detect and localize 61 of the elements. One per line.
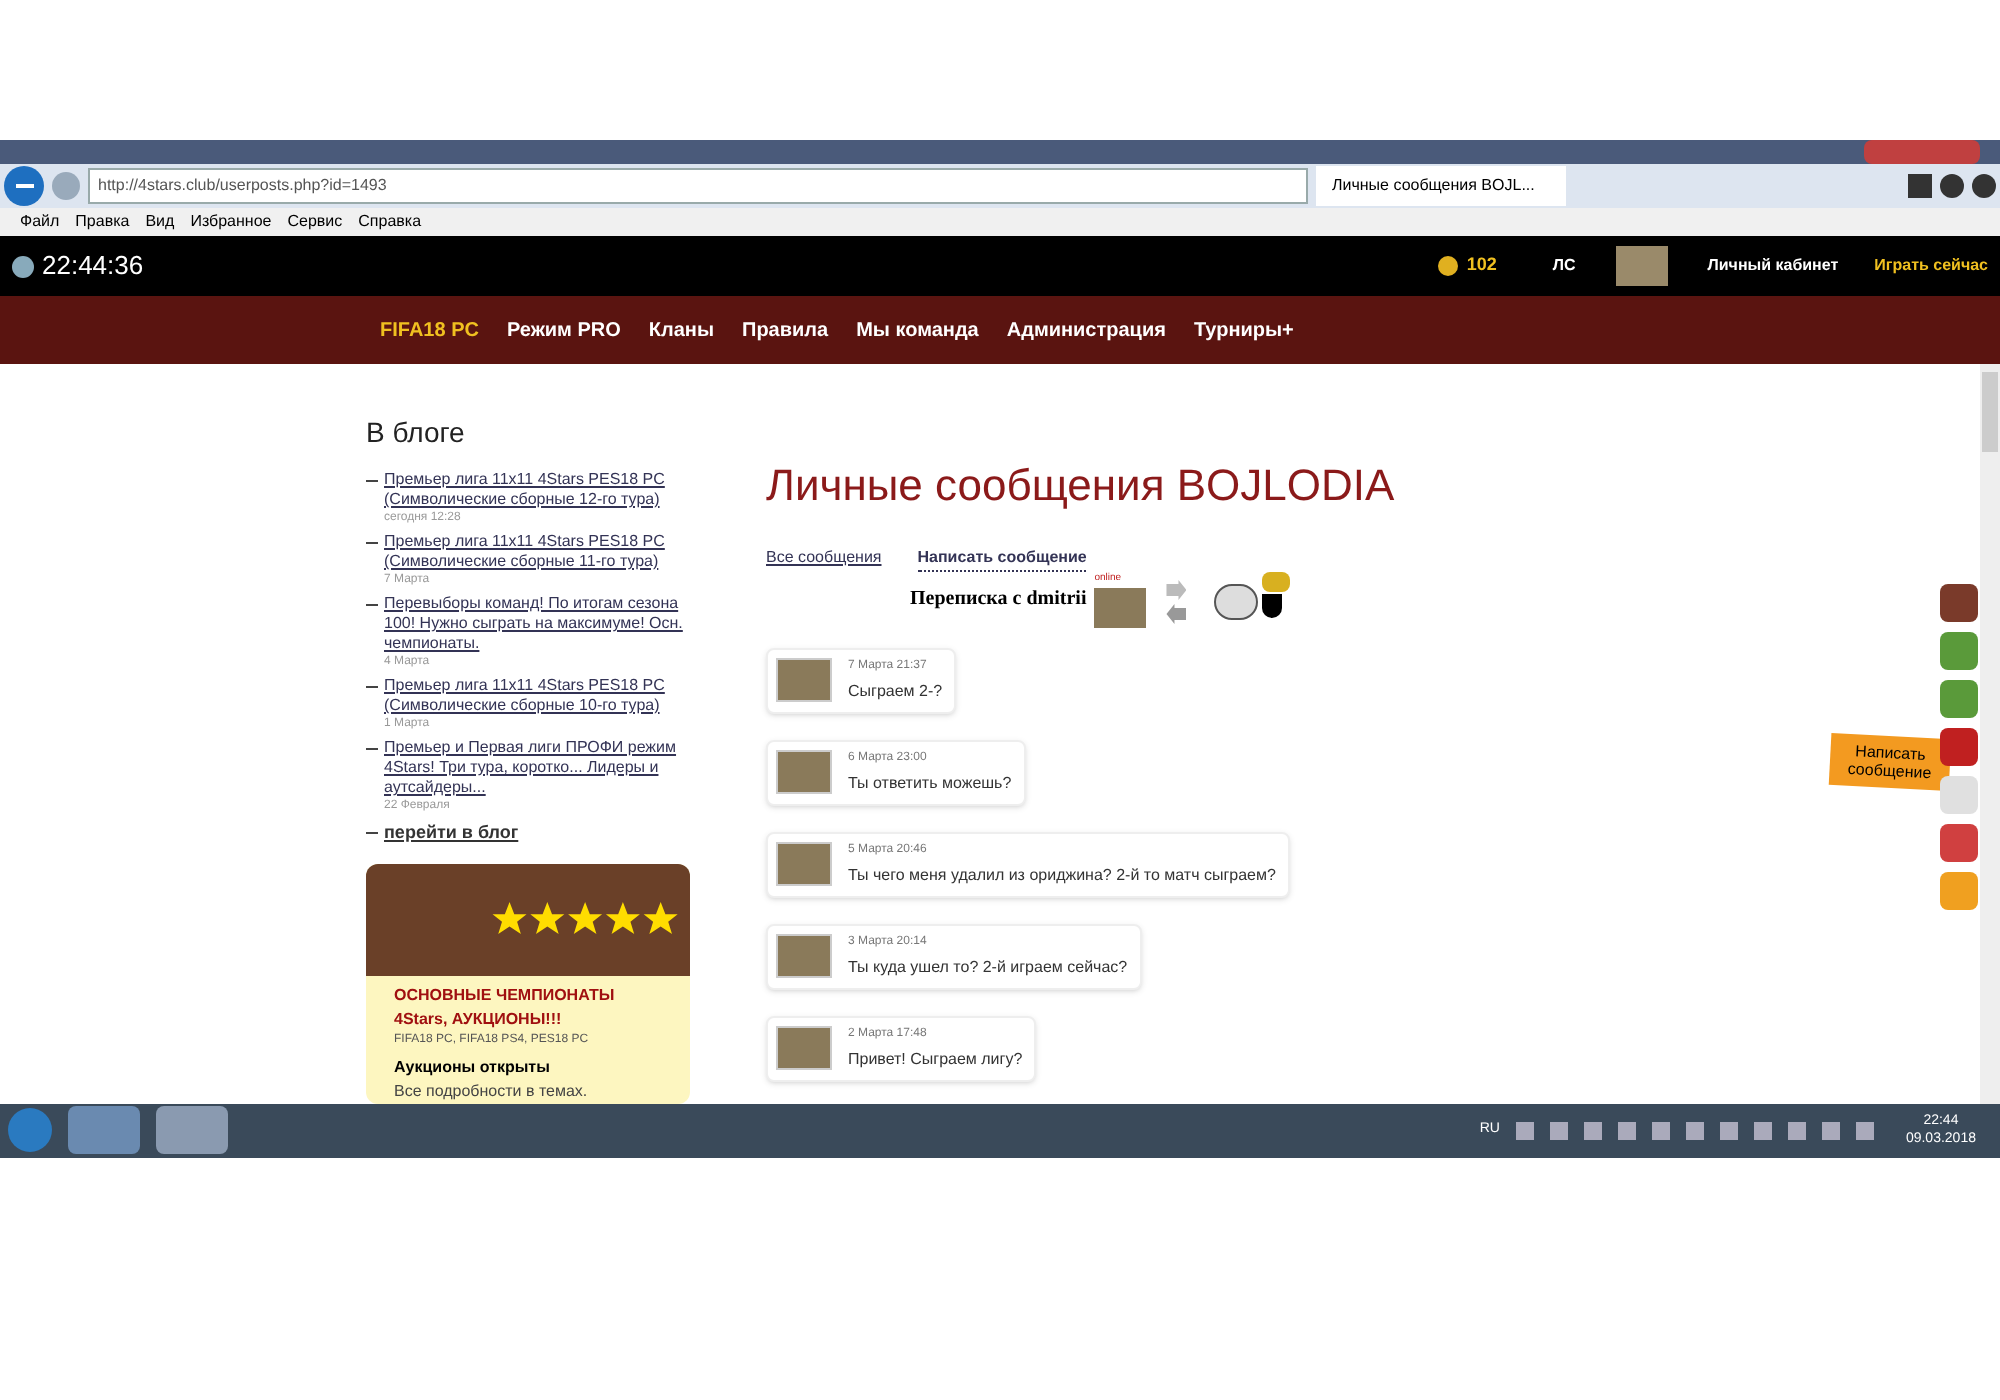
conversation-title: Переписка с dmitrii <box>910 586 1087 614</box>
all-messages-link[interactable]: Все сообщения <box>766 546 882 572</box>
avatar-photo-placeholder <box>776 749 832 793</box>
badge-icon <box>1262 572 1291 592</box>
arrow-left-icon[interactable] <box>1166 604 1187 624</box>
menu-item[interactable]: Избранное <box>190 210 272 234</box>
write-message-tab[interactable]: Написать сообщение <box>1828 732 1952 792</box>
menu-item[interactable]: Правка <box>75 210 130 234</box>
start-button-icon[interactable] <box>8 1108 52 1152</box>
blog-post-link[interactable]: Премьер лига 11x11 4Stars PES18 PC (Символические сборные 11-го тура) <box>384 532 690 572</box>
coin-count: 102 <box>1466 252 1497 279</box>
address-field[interactable]: http://4stars.club/userposts.php?id=1493 <box>88 168 1308 204</box>
nav-item[interactable]: FIFA18 PC <box>380 315 479 345</box>
globe-icon <box>12 255 34 277</box>
stars-icon <box>492 902 682 936</box>
club-crest-icon <box>1262 594 1283 618</box>
dash-icon <box>366 542 378 544</box>
message-text: Сыграем 2-? <box>848 679 943 703</box>
blog-post-link[interactable]: Премьер лига 11x11 4Stars PES18 PC (Символические сборные 12-го тура) <box>384 470 690 510</box>
message-text: Ты ответить можешь? <box>848 771 1012 795</box>
scrollbar[interactable] <box>1980 364 2000 1103</box>
nav-item[interactable]: Администрация <box>1006 315 1166 345</box>
avatar-photo-placeholder <box>776 841 832 885</box>
tab[interactable]: Личные сообщения BOJL... <box>1316 166 1566 206</box>
menu-item[interactable]: Справка <box>358 210 422 234</box>
page-title: Личные сообщения BOJLODIA <box>766 458 1397 514</box>
nav-item[interactable]: Режим PRO <box>506 315 621 345</box>
dash-icon <box>366 604 378 606</box>
promo-title: ОСНОВНЫЕ ЧЕМПИОНАТЫ 4Stars, АУКЦИОНЫ!!! <box>394 983 617 1031</box>
menu-item[interactable]: Сервис <box>287 210 343 234</box>
dash-icon <box>366 480 378 482</box>
message-text: Ты чего меня удалил из ориджина? 2-й то матч сыграем? <box>848 863 1276 887</box>
nav-item[interactable]: Мы команда <box>856 315 979 345</box>
avatar-photo-placeholder <box>776 1025 832 1069</box>
nav-item[interactable]: Турниры+ <box>1193 315 1294 345</box>
dash-icon <box>366 686 378 688</box>
coins-icon <box>1438 256 1459 276</box>
blog-title: В блоге <box>366 414 467 452</box>
menu-item[interactable]: Вид <box>145 210 175 234</box>
blog-post-link[interactable]: Премьер лига 11x11 4Stars PES18 PC (Символические сборные 10-го тура) <box>384 676 690 716</box>
blog-post-link[interactable]: Перевыборы команд! По итогам сезона 100! Нужно сыграть на максимуме! Осн. чемпионаты. <box>384 594 690 654</box>
clock: 22:44:36 <box>42 248 144 285</box>
dash-icon <box>366 832 378 835</box>
play-now-link[interactable]: Играть сейчас <box>1874 254 1988 278</box>
message-text: Привет! Сыграем лигу? <box>848 1047 1023 1071</box>
nav-item[interactable]: Кланы <box>648 315 715 345</box>
write-message-link[interactable]: Написать сообщение <box>917 546 1087 572</box>
nav-item[interactable]: Правила <box>742 315 829 345</box>
message-text: Ты куда ушел то? 2-й играем сейчас? <box>848 955 1128 979</box>
promo-text: Все подробности в темах. <box>394 1079 590 1103</box>
user-photo-placeholder <box>1615 246 1668 286</box>
messages-link[interactable]: ЛС <box>1552 254 1576 278</box>
promo-heading: Аукционы открыты <box>394 1055 552 1079</box>
cabinet-link[interactable]: Личный кабинет <box>1707 254 1839 278</box>
user-photo-placeholder <box>1094 587 1147 627</box>
blog-link[interactable]: перейти в блог <box>384 820 519 847</box>
dash-icon <box>366 748 378 750</box>
menu-item[interactable]: Файл <box>20 210 60 234</box>
avatar-photo-placeholder <box>776 657 832 701</box>
avatar-photo-placeholder <box>776 933 832 977</box>
blog-post-link[interactable]: Премьер и Первая лиги ПРОФИ режим 4Stars! Три тура, коротко... Лидеры и аутсайдеры... <box>384 738 690 798</box>
